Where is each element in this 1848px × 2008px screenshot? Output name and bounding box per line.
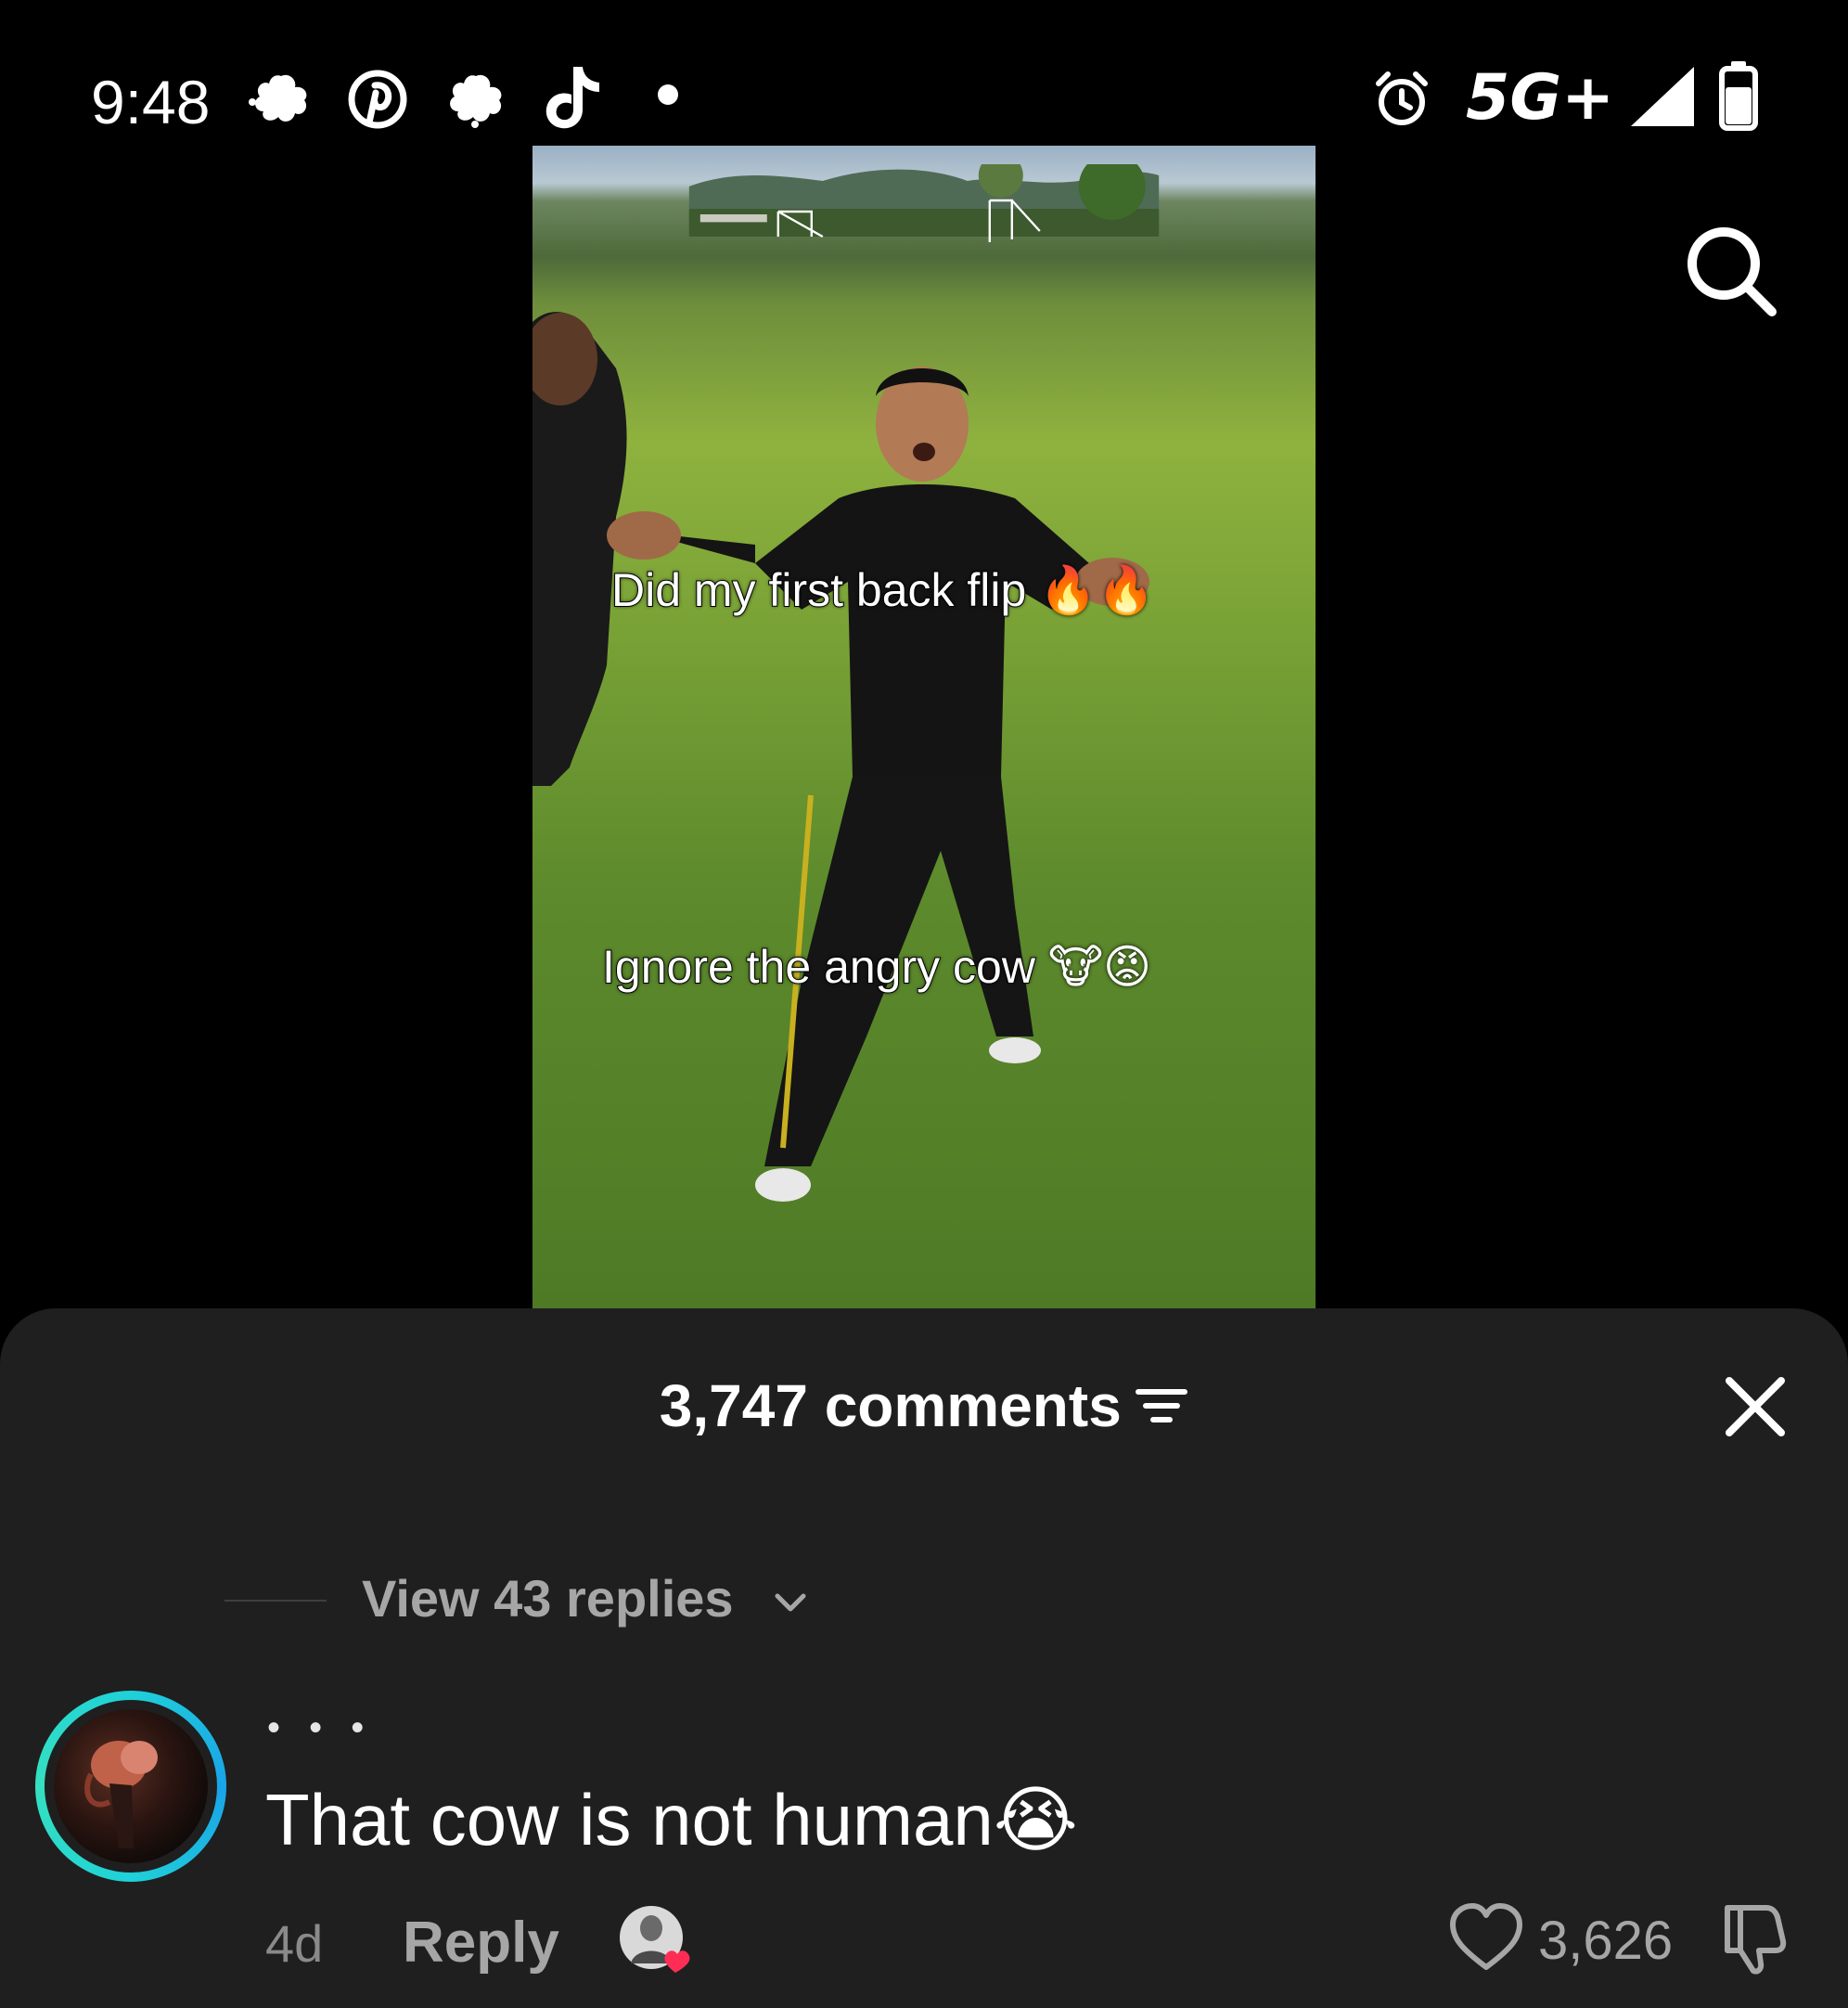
chevron-down-icon[interactable]	[772, 1589, 809, 1616]
video-person-figure	[533, 312, 1149, 1202]
status-bar: 9:48 5G+	[0, 0, 1848, 148]
cow-angry-emoji: 🐮😡	[1047, 940, 1152, 994]
signal-icon	[1631, 67, 1694, 126]
pinterest-icon	[348, 70, 407, 129]
heart-icon[interactable]	[1447, 1902, 1525, 1973]
avatar-story-ring[interactable]	[35, 1691, 226, 1882]
comments-sheet: 3,747 comments View 43 replies • • • Tha…	[0, 1308, 1848, 2008]
video-player[interactable]: Did my first back flip 🔥🔥 Ignore the ang…	[533, 146, 1315, 1309]
dot-icon	[658, 84, 678, 105]
video-caption-bottom: Ignore the angry cow 🐮😡	[601, 940, 1152, 994]
status-time: 9:48	[91, 68, 211, 136]
thumbs-down-icon[interactable]	[1714, 1899, 1792, 1976]
comment-username[interactable]: • • •	[267, 1707, 373, 1749]
fire-emoji: 🔥🔥	[1039, 563, 1155, 617]
comment-body: That cow is not human	[265, 1779, 994, 1860]
search-icon[interactable]	[1679, 219, 1781, 321]
close-icon[interactable]	[1718, 1370, 1792, 1444]
video-caption-top: Did my first back flip 🔥🔥	[610, 563, 1155, 618]
avatar-image	[84, 1741, 158, 1848]
view-replies-link[interactable]: View 43 replies	[362, 1568, 734, 1628]
avatar[interactable]	[54, 1709, 208, 1863]
alarm-icon	[1376, 71, 1428, 125]
video-caption-top-text: Did my first back flip	[610, 563, 1027, 617]
comments-header: 3,747 comments	[0, 1371, 1848, 1440]
comment-text: That cow is not human😭	[265, 1778, 1078, 1862]
crying-emoji: 😭	[993, 1779, 1078, 1862]
sort-filter-icon[interactable]	[1135, 1383, 1188, 1429]
battery-icon	[1719, 61, 1758, 131]
replies-divider-line	[225, 1600, 327, 1602]
video-caption-bottom-text: Ignore the angry cow	[601, 940, 1036, 994]
like-count: 3,626	[1538, 1911, 1674, 1971]
tiktok-icon	[545, 67, 599, 129]
comment-timestamp: 4d	[265, 1914, 324, 1973]
notification-blob-icon	[249, 74, 307, 122]
notification-blob-icon	[450, 74, 502, 128]
comments-count-title: 3,747 comments	[659, 1372, 1122, 1439]
network-type: 5G+	[1466, 61, 1615, 135]
reply-button[interactable]: Reply	[403, 1910, 559, 1976]
creator-liked-icon	[620, 1906, 690, 1973]
